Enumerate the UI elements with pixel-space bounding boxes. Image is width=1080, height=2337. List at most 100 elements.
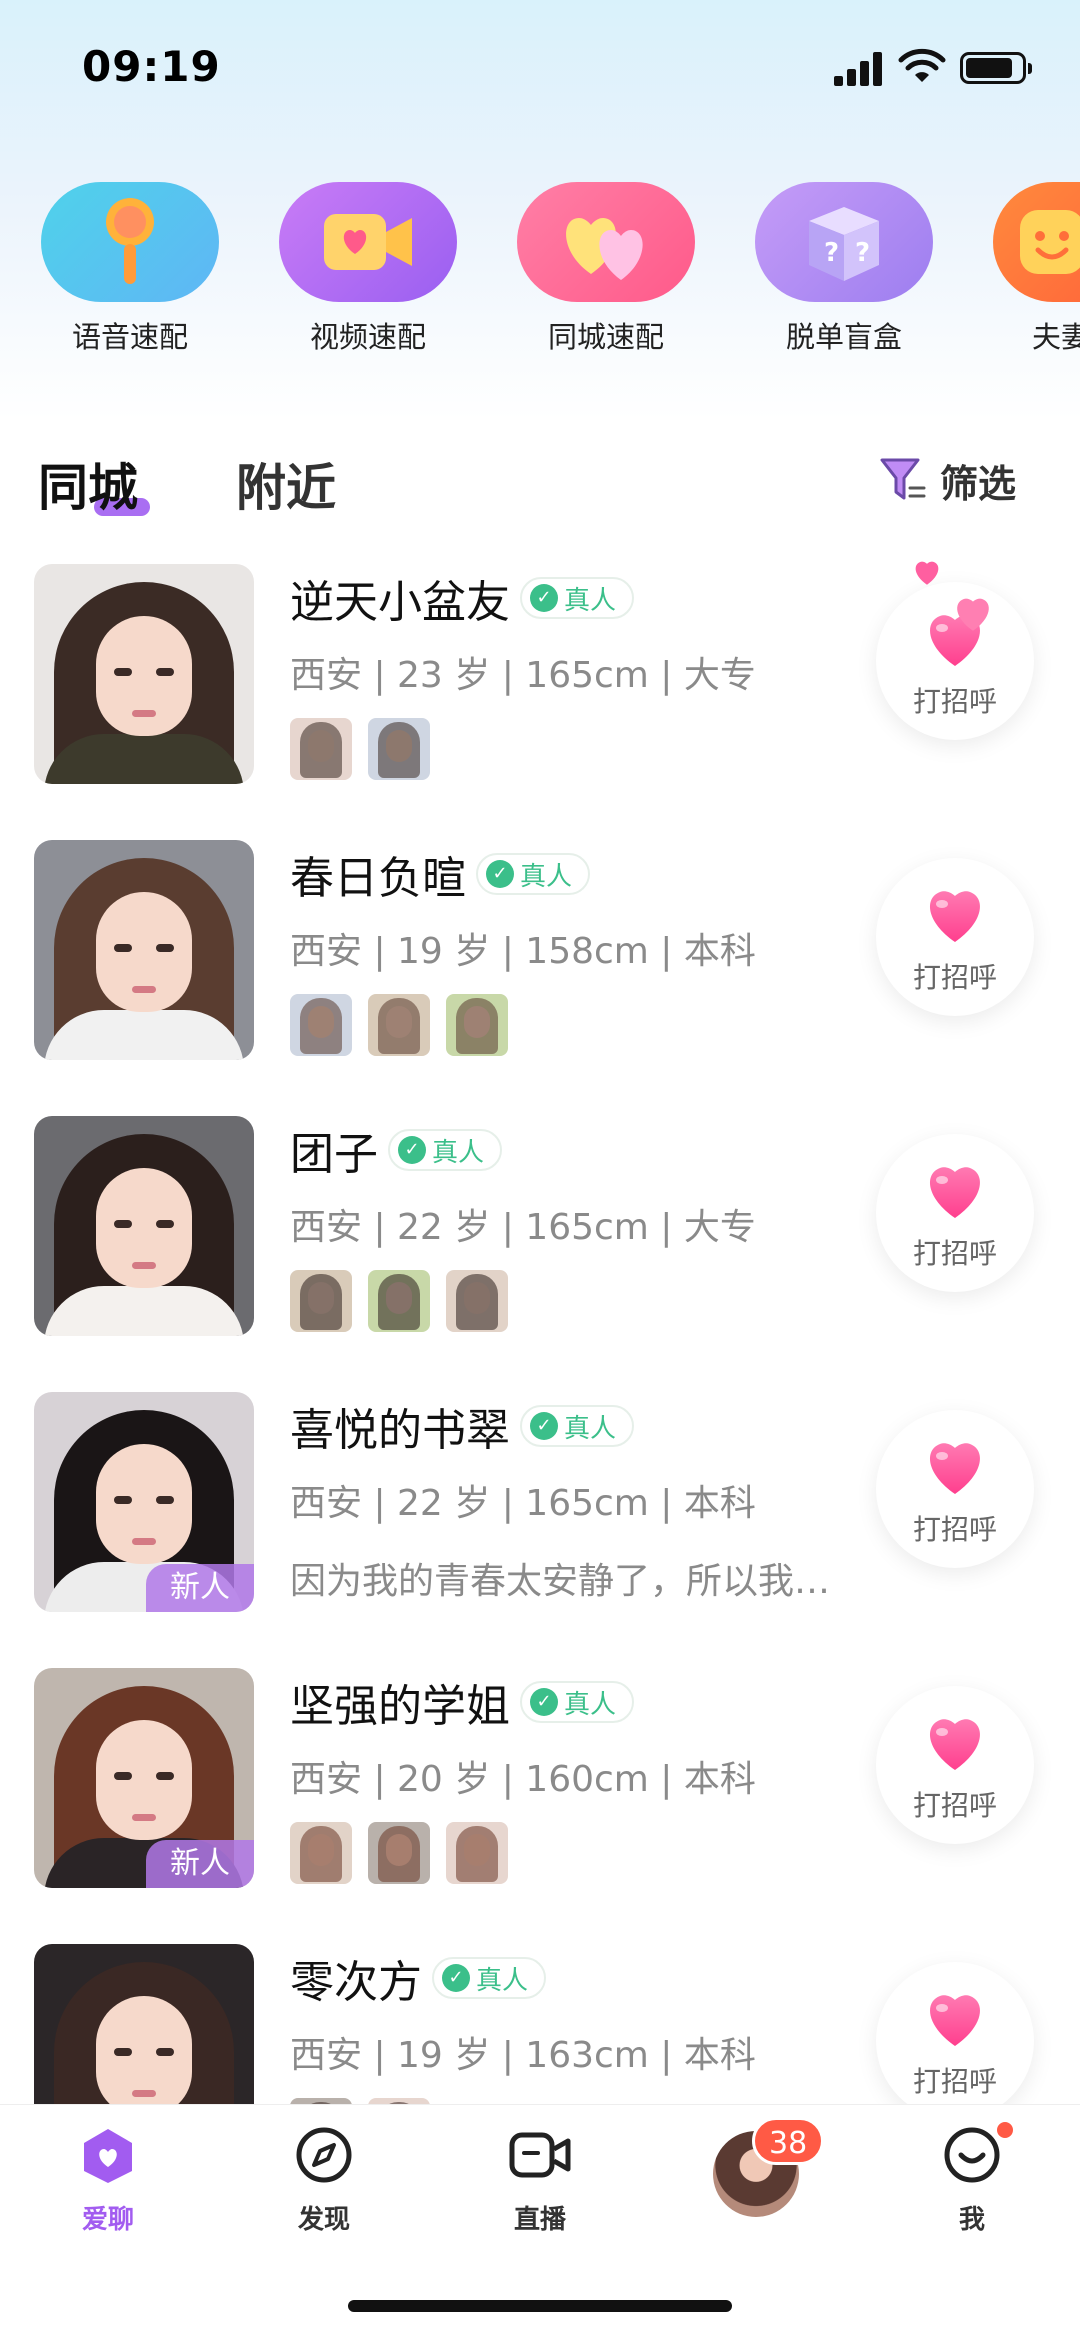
- user-row[interactable]: 新人 喜悦的书翠 ✓ 真人西安 | 22 岁 | 165cm | 本科因为我的青春太安…: [0, 1382, 1080, 1658]
- quick-video-match[interactable]: 视频速配: [278, 182, 458, 382]
- quick-couple-match[interactable]: 夫妻: [992, 182, 1080, 382]
- verified-check-icon: ✓: [398, 1136, 426, 1164]
- quick-voice-match[interactable]: 语音速配: [40, 182, 220, 382]
- verified-badge: ✓ 真人: [476, 853, 591, 895]
- quick-label: 夫妻: [1032, 320, 1080, 354]
- photo-thumbnails: [290, 994, 508, 1056]
- quick-blind-box[interactable]: ? ? 脱单盲盒: [754, 182, 934, 382]
- user-name[interactable]: 团子: [290, 1118, 378, 1182]
- unread-badge: 38: [752, 2117, 825, 2165]
- user-info: 西安 | 20 岁 | 160cm | 本科: [290, 1759, 756, 1800]
- verified-check-icon: ✓: [530, 584, 558, 612]
- photo-thumbnail[interactable]: [290, 1822, 352, 1884]
- user-row[interactable]: 春日负暄 ✓ 真人西安 | 19 岁 | 158cm | 本科打招呼: [0, 830, 1080, 1106]
- nav-chat[interactable]: 爱聊: [38, 2125, 178, 2236]
- live-camera-icon: [509, 2132, 571, 2178]
- quick-match-row: 语音速配 视频速配 同城速配 ? ? 脱单盲盒 夫妻: [0, 182, 1080, 382]
- user-avatar[interactable]: 新人: [34, 1668, 254, 1888]
- battery-icon: [960, 52, 1032, 84]
- user-info: 西安 | 22 岁 | 165cm | 本科: [290, 1483, 756, 1524]
- quick-label: 脱单盲盒: [785, 320, 902, 354]
- greet-button[interactable]: 打招呼: [876, 1410, 1034, 1568]
- verified-check-icon: ✓: [530, 1412, 558, 1440]
- nav-label: 直播: [513, 2205, 566, 2235]
- floating-heart-icon: [957, 598, 989, 631]
- photo-thumbnail[interactable]: [446, 1822, 508, 1884]
- nav-me[interactable]: 我: [902, 2125, 1042, 2236]
- user-info: 西安 | 23 岁 | 165cm | 大专: [290, 655, 756, 696]
- user-row[interactable]: 新人 坚强的学姐 ✓ 真人 西安 | 20 岁 | 160cm | 本科 打招呼: [0, 1658, 1080, 1934]
- microphone-icon: [106, 198, 154, 284]
- user-avatar[interactable]: [34, 564, 254, 784]
- verified-check-icon: ✓: [442, 1964, 470, 1992]
- user-avatar[interactable]: [34, 840, 254, 1060]
- greet-button[interactable]: 打招呼: [876, 858, 1034, 1016]
- chat-heart-icon: [84, 2129, 132, 2183]
- smile-icon: [944, 2127, 1000, 2183]
- user-name[interactable]: 零次方: [290, 1946, 422, 2010]
- quick-city-match[interactable]: 同城速配: [516, 182, 696, 382]
- greet-label: 打招呼: [912, 1237, 997, 1270]
- photo-thumbnail[interactable]: [446, 994, 508, 1056]
- heart-icon: [922, 1160, 988, 1220]
- verified-badge: ✓ 真人: [520, 577, 635, 619]
- double-heart-icon: [566, 218, 643, 280]
- tab-nearby[interactable]: 附近: [236, 448, 336, 520]
- photo-thumbnail[interactable]: [368, 1822, 430, 1884]
- heart-icon: [922, 884, 988, 944]
- compass-icon: [296, 2127, 352, 2183]
- photo-thumbnail[interactable]: [290, 994, 352, 1056]
- quick-label: 语音速配: [71, 320, 188, 354]
- greet-label: 打招呼: [912, 685, 997, 718]
- user-avatar[interactable]: [34, 1944, 254, 2104]
- photo-thumbnails: [290, 1270, 508, 1332]
- greet-label: 打招呼: [912, 1513, 997, 1546]
- user-info: 西安 | 19 岁 | 163cm | 本科: [290, 2035, 756, 2076]
- photo-thumbnails: [290, 1822, 508, 1884]
- nav-label: 爱聊: [81, 2205, 134, 2235]
- greet-button[interactable]: 打招呼: [876, 1134, 1034, 1292]
- photo-thumbnail[interactable]: [368, 994, 430, 1056]
- nav-label: 发现: [297, 2205, 350, 2235]
- photo-thumbnail[interactable]: [368, 1270, 430, 1332]
- nav-discover[interactable]: 发现: [254, 2125, 394, 2236]
- filter-button[interactable]: 筛选: [878, 450, 1016, 510]
- user-bio: 因为我的青春太安静了，所以我…: [290, 1561, 831, 1602]
- new-user-badge: 新人: [146, 1564, 254, 1612]
- nav-live[interactable]: 直播: [470, 2125, 610, 2236]
- user-avatar[interactable]: 新人: [34, 1392, 254, 1612]
- smile-face-icon: [1020, 210, 1080, 274]
- greet-button[interactable]: 打招呼: [876, 1962, 1034, 2104]
- photo-thumbnail[interactable]: [368, 718, 430, 780]
- user-row[interactable]: 逆天小盆友 ✓ 真人西安 | 23 岁 | 165cm | 大专打招呼: [0, 554, 1080, 830]
- user-name[interactable]: 坚强的学姐: [290, 1670, 510, 1734]
- photo-thumbnail[interactable]: [290, 718, 352, 780]
- wifi-icon: [898, 48, 946, 82]
- filter-label: 筛选: [940, 461, 1017, 506]
- greet-label: 打招呼: [912, 961, 997, 994]
- mystery-box-icon: ? ?: [809, 207, 879, 281]
- user-list: 逆天小盆友 ✓ 真人 西安 | 23 岁 | 165cm | 大专 打招呼 春日负暄 ✓ 真人…: [0, 554, 1080, 2104]
- signal-icon: [834, 52, 884, 86]
- user-avatar[interactable]: [34, 1116, 254, 1336]
- user-name[interactable]: 春日负暄: [290, 842, 466, 906]
- home-indicator[interactable]: [348, 2300, 732, 2312]
- user-info: 西安 | 19 岁 | 158cm | 本科: [290, 931, 756, 972]
- new-user-badge: 新人: [146, 1840, 254, 1888]
- photo-thumbnail[interactable]: [446, 1270, 508, 1332]
- quick-label: 视频速配: [309, 320, 426, 354]
- nav-label: 我: [958, 2205, 985, 2235]
- notification-dot: [994, 2119, 1016, 2141]
- quick-label: 同城速配: [547, 320, 664, 354]
- tab-same-city[interactable]: 同城: [38, 448, 150, 520]
- user-name[interactable]: 喜悦的书翠: [290, 1394, 510, 1458]
- filter-icon: [880, 458, 926, 500]
- greet-button[interactable]: 打招呼: [876, 1686, 1034, 1844]
- heart-icon: [922, 1712, 988, 1772]
- verified-badge: ✓ 真人: [520, 1405, 635, 1447]
- svg-text:?: ?: [824, 238, 839, 268]
- user-name[interactable]: 逆天小盆友: [290, 566, 510, 630]
- photo-thumbnail[interactable]: [290, 1270, 352, 1332]
- user-row[interactable]: 零次方 ✓ 真人 西安 | 19 岁 | 163cm | 本科 打招呼: [0, 1934, 1080, 2104]
- user-row[interactable]: 团子 ✓ 真人 西安 | 22 岁 | 165cm | 大专 打招呼: [0, 1106, 1080, 1382]
